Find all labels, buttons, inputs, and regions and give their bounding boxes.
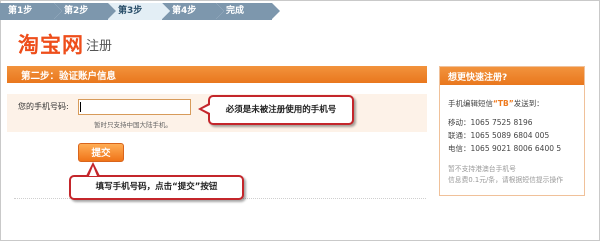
phone-callout: 必须是未被注册使用的手机号 bbox=[208, 95, 354, 125]
mobile-number: 移动：1065 7525 8196 bbox=[448, 118, 533, 127]
phone-hint: 暂时只支持中国大陆手机。 bbox=[94, 121, 172, 129]
telecom-number: 电信：1065 9021 8006 6400 5 bbox=[448, 144, 562, 153]
callout-pointer-fill bbox=[202, 105, 210, 113]
sms-instruction-prefix: 手机编辑短信 bbox=[448, 99, 493, 108]
step-complete: 完成 bbox=[216, 3, 280, 20]
sms-code: “TB” bbox=[493, 99, 514, 108]
quick-register-header: 想更快速注册? bbox=[440, 67, 584, 85]
section-header: 第二步：验证账户信息 bbox=[7, 66, 427, 83]
taobao-logo[interactable]: 淘宝网 bbox=[18, 29, 84, 59]
note-fee: 信息费0.1元/条，请根据短信提示操作 bbox=[448, 176, 564, 184]
step-progress-bar: 第1步 第2步 第3步 第4步 完成 bbox=[0, 3, 280, 20]
note-no-hk: 暂不支持港澳台手机号 bbox=[448, 165, 516, 173]
phone-input[interactable] bbox=[78, 99, 191, 115]
submit-button[interactable]: 提交 bbox=[78, 143, 124, 162]
quick-register-panel: 想更快速注册? 手机编辑短信“TB”发送到： 移动：1065 7525 8196… bbox=[439, 66, 585, 196]
sms-instruction-suffix: 发送到： bbox=[513, 99, 544, 108]
submit-callout: 填写手机号码，点击“提交”按钮 bbox=[69, 175, 244, 200]
step-2: 第2步 bbox=[54, 3, 116, 20]
sms-instruction: 手机编辑短信“TB”发送到： bbox=[448, 98, 544, 109]
page-title: 注册 bbox=[86, 39, 113, 54]
text-cursor bbox=[80, 102, 81, 112]
step-4: 第4步 bbox=[162, 3, 224, 20]
unicom-number: 联通：1065 5089 6804 005 bbox=[448, 131, 550, 140]
phone-label: 您的手机号码: bbox=[18, 102, 69, 111]
section-title: 第二步：验证账户信息 bbox=[21, 71, 117, 82]
quick-register-title: 想更快速注册? bbox=[448, 73, 508, 83]
callout-pointer-fill bbox=[89, 166, 97, 176]
step-1: 第1步 bbox=[0, 3, 62, 20]
step-3-current: 第3步 bbox=[108, 3, 170, 20]
